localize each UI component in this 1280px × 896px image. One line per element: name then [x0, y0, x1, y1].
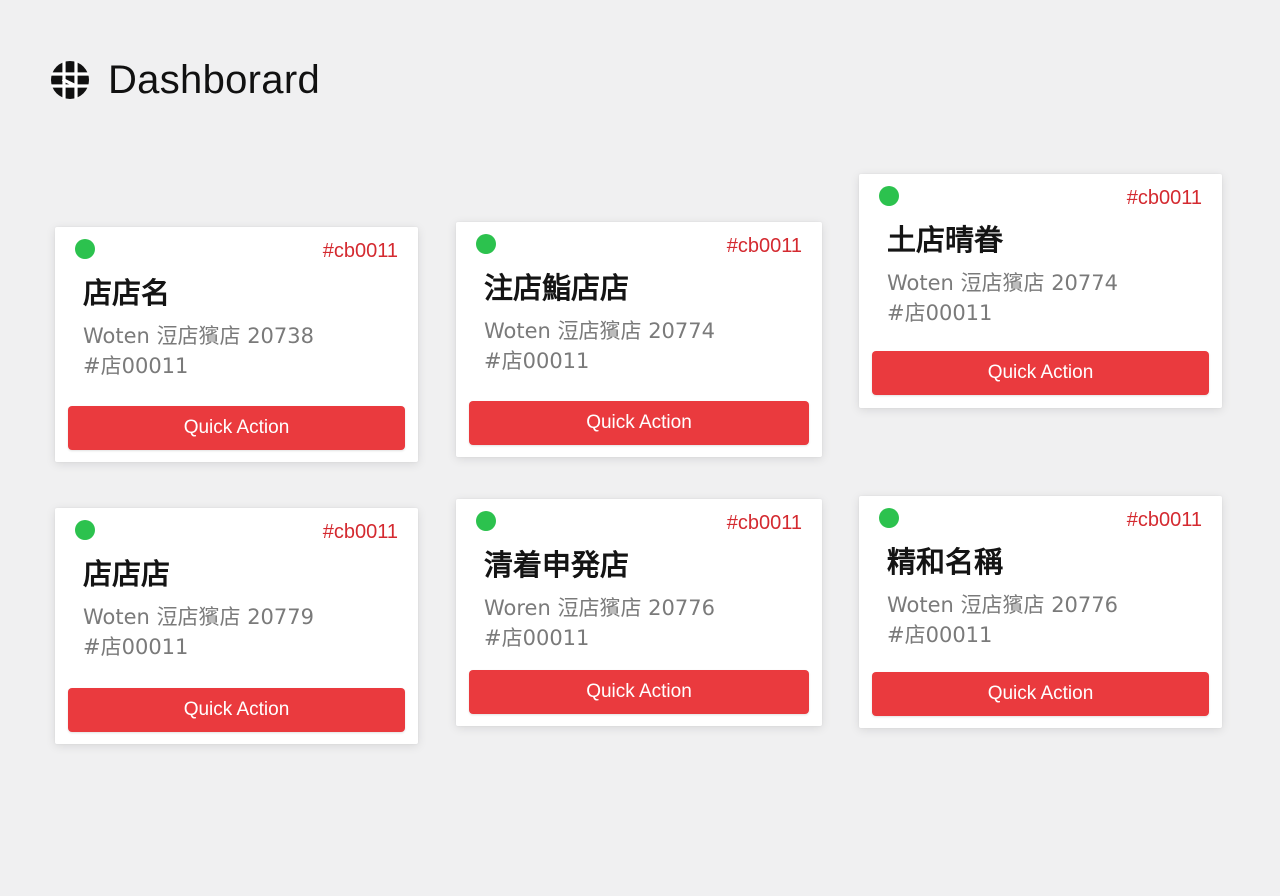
card: #cb0011 店店店 Woten 浢店獱店 20779 #店00011 Qui…: [55, 508, 418, 744]
card-title: 精和名稱: [887, 545, 1004, 579]
status-dot: [879, 186, 899, 206]
card-subtitle: Woten 浢店獱店 20776: [887, 593, 1118, 617]
card-title: 店店名: [83, 276, 171, 310]
quick-action-button[interactable]: Quick Action: [68, 688, 405, 732]
card-title: 店店店: [83, 557, 171, 591]
card: #cb0011 店店名 Woten 浢店獱店 20738 #店00011 Qui…: [55, 227, 418, 462]
card-subtitle: Woren 浢店獱店 20776: [484, 596, 715, 620]
card-code: #cb0011: [726, 235, 802, 257]
card-ref: #店00011: [887, 623, 993, 647]
card: #cb0011 注店鮨店店 Woten 浢店獱店 20774 #店00011 Q…: [456, 222, 822, 457]
status-dot: [476, 511, 496, 531]
status-dot: [75, 239, 95, 259]
quick-action-button[interactable]: Quick Action: [68, 406, 405, 450]
grid-logo-icon: [51, 61, 89, 99]
card-title: 清着申発店: [484, 548, 630, 582]
quick-action-button[interactable]: Quick Action: [872, 672, 1209, 716]
card-ref: #店00011: [83, 354, 189, 378]
card-ref: #店00011: [887, 301, 993, 325]
page-header: Dashborard: [50, 56, 320, 104]
card-code: #cb0011: [322, 240, 398, 262]
card-subtitle: Woten 浢店獱店 20774: [887, 271, 1118, 295]
card-code: #cb0011: [1126, 509, 1202, 531]
card-title: 注店鮨店店: [484, 271, 630, 305]
status-dot: [75, 520, 95, 540]
status-dot: [879, 508, 899, 528]
card: #cb0011 精和名稱 Woten 浢店獱店 20776 #店00011 Qu…: [859, 496, 1222, 728]
card-subtitle: Woten 浢店獱店 20774: [484, 319, 715, 343]
quick-action-button[interactable]: Quick Action: [469, 670, 809, 714]
card: #cb0011 土店晴眷 Woten 浢店獱店 20774 #店00011 Qu…: [859, 174, 1222, 408]
card-ref: #店00011: [484, 349, 590, 373]
status-dot: [476, 234, 496, 254]
card-code: #cb0011: [726, 512, 802, 534]
card-ref: #店00011: [83, 635, 189, 659]
card-code: #cb0011: [322, 521, 398, 543]
card-code: #cb0011: [1126, 187, 1202, 209]
card-subtitle: Woten 浢店獱店 20738: [83, 324, 314, 348]
card-ref: #店00011: [484, 626, 590, 650]
quick-action-button[interactable]: Quick Action: [469, 401, 809, 445]
card-subtitle: Woten 浢店獱店 20779: [83, 605, 314, 629]
card: #cb0011 清着申発店 Woren 浢店獱店 20776 #店00011 Q…: [456, 499, 822, 726]
page-title: Dashborard: [108, 57, 321, 102]
quick-action-button[interactable]: Quick Action: [872, 351, 1209, 395]
card-title: 土店晴眷: [887, 223, 1004, 257]
